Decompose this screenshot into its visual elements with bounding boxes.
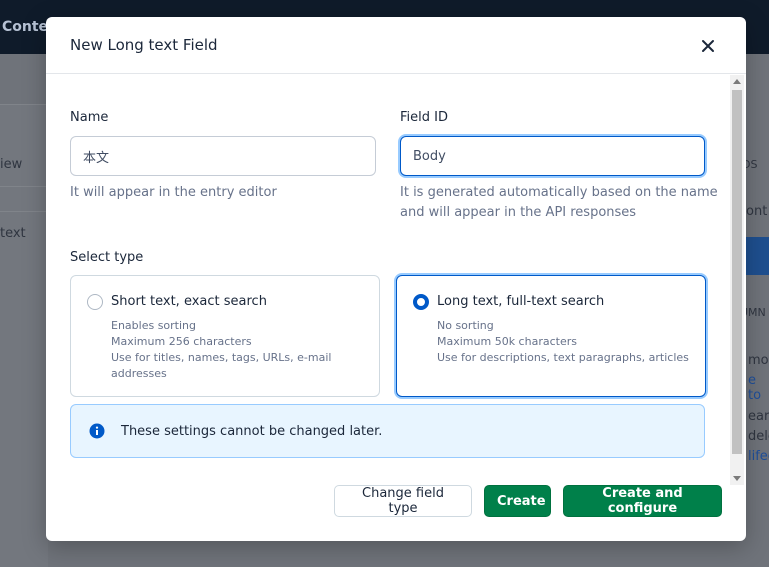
radio-button[interactable] [87,294,103,310]
type-option-title: Long text, full-text search [437,294,605,309]
name-input[interactable] [70,136,376,176]
type-option-line: Enables sorting [111,319,197,332]
scroll-down-icon[interactable] [733,476,741,481]
type-option-line: Maximum 50k characters [437,335,577,348]
create-button[interactable]: Create [484,485,551,517]
info-icon [89,423,105,439]
type-option-line: Maximum 256 characters [111,335,252,348]
bg-left-label: iew [0,157,23,172]
dialog-title: New Long text Field [70,36,218,54]
type-option-line: No sorting [437,319,494,332]
type-option-short-text[interactable]: Short text, exact search Enables sorting… [70,275,380,397]
type-option-description: Enables sorting Maximum 256 characters U… [111,318,373,382]
dialog-body: Name It will appear in the entry editor … [46,75,746,477]
type-option-long-text[interactable]: Long text, full-text search No sorting M… [396,275,706,397]
field-id-input[interactable] [400,136,705,176]
bg-right-label: mo [748,353,769,368]
scrollbar-thumb[interactable] [732,90,742,454]
type-option-line: Use for titles, names, tags, URLs, e-mai… [111,351,332,380]
type-option-description: No sorting Maximum 50k characters Use fo… [437,318,699,366]
close-button[interactable] [697,35,719,57]
bg-right-label: dele [748,429,769,444]
bg-right-link: e to [748,373,762,403]
create-and-configure-button[interactable]: Create and configure [563,485,722,517]
info-note: These settings cannot be changed later. [70,404,705,458]
bg-right-label: ont [746,204,768,219]
bg-left-label: text [0,226,26,241]
app-left-panel [0,104,48,567]
bg-divider [0,186,48,187]
bg-right-link: lifec [748,449,769,464]
dialog-scrollbar[interactable] [730,75,744,485]
type-option-title: Short text, exact search [111,294,267,309]
field-id-label: Field ID [400,110,448,125]
name-label: Name [70,110,109,125]
type-option-line: Use for descriptions, text paragraphs, a… [437,351,689,364]
radio-button[interactable] [413,294,429,310]
field-id-help-text: and will appear in the API responses [400,205,637,220]
bg-divider [0,211,48,212]
dialog-footer: Change field type Create Create and conf… [46,485,746,541]
bg-right-label: earn [748,409,769,424]
name-help-text: It will appear in the entry editor [70,185,277,200]
field-id-help-text: It is generated automatically based on t… [400,185,718,200]
change-field-type-button[interactable]: Change field type [334,485,472,517]
close-icon [702,40,714,52]
dialog-header: New Long text Field [46,17,746,74]
new-field-dialog: New Long text Field Name It will appear … [46,17,746,541]
app-nav-content-label: Conte [2,19,49,35]
select-type-label: Select type [70,250,144,265]
info-note-text: These settings cannot be changed later. [121,424,383,439]
scroll-up-icon[interactable] [733,79,741,84]
